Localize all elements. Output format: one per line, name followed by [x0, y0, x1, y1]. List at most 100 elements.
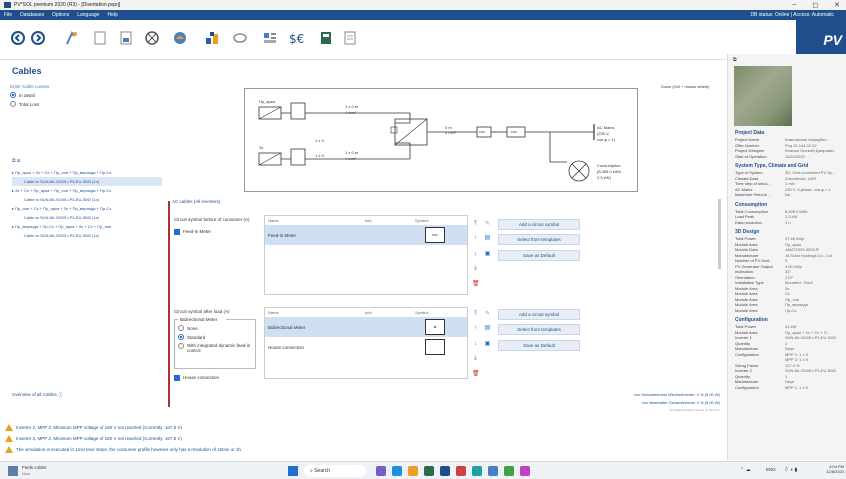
- move-down-icon[interactable]: ↓: [472, 341, 479, 348]
- move-down-icon[interactable]: ↓: [472, 251, 479, 258]
- minimize-button[interactable]: –: [792, 1, 796, 9]
- app-icon[interactable]: [488, 466, 498, 476]
- move-top-icon[interactable]: ⤒: [472, 311, 479, 318]
- save-icon[interactable]: ▣: [484, 251, 491, 258]
- left-panel: Enter Cable Losses In detail Total Loss: [10, 84, 156, 409]
- select-templates-button[interactable]: Select from templates: [498, 324, 580, 335]
- delete-icon[interactable]: 🗑: [472, 371, 480, 378]
- warning-3[interactable]: The simulation is executed in 1min time …: [16, 447, 242, 452]
- db-status[interactable]: DB status: Online | Access: Automatic: [750, 12, 834, 18]
- templates-icon[interactable]: ▤: [484, 325, 491, 332]
- start-icon[interactable]: [288, 466, 298, 476]
- weather-text[interactable]: Feels colder: [22, 465, 47, 470]
- pvsol-taskbar-icon[interactable]: [440, 466, 450, 476]
- 3d-icon[interactable]: [172, 30, 188, 46]
- radio-none[interactable]: None: [178, 325, 252, 331]
- radio-dot[interactable]: [178, 343, 184, 349]
- tree-item[interactable]: ▸ Пр_лоп + Сх + Пр_арка + Зх + Пр_веранд…: [12, 204, 162, 213]
- edit-icon[interactable]: ✎: [484, 221, 491, 228]
- feed-in-meter-checkbox[interactable]: Feed-in Meter: [174, 229, 211, 235]
- task-view-icon[interactable]: [376, 466, 386, 476]
- tree-item[interactable]: ▸ Пр_арка + Зх + Сх + Пр_лоп + Пр_веранд…: [12, 168, 162, 177]
- move-bottom-icon[interactable]: ⤓: [472, 355, 479, 362]
- add-circuit-symbol-button[interactable]: Add a circuit symbol: [498, 219, 580, 230]
- forward-icon[interactable]: [30, 30, 46, 46]
- menu-help[interactable]: Help: [107, 12, 117, 18]
- menu-options[interactable]: Options: [52, 12, 69, 18]
- radio-dynamic[interactable]: With integrated dynamic feed-in control: [178, 343, 252, 353]
- save-default-button[interactable]: Save as Default: [498, 250, 580, 261]
- move-up-icon[interactable]: ↑: [472, 325, 479, 332]
- radio-dot[interactable]: [10, 92, 16, 98]
- checkbox-checked[interactable]: [174, 229, 180, 235]
- radio-in-detail[interactable]: In detail: [10, 92, 156, 98]
- tree-item[interactable]: Cable to SUN-6K-SG05 LP3-EU-SM2 (1x): [12, 213, 162, 222]
- move-up-icon[interactable]: ↑: [472, 235, 479, 242]
- search-box[interactable]: ⌕ Search: [304, 465, 366, 477]
- app-icon[interactable]: [504, 466, 514, 476]
- app-icon[interactable]: [456, 466, 466, 476]
- save-icon[interactable]: ▣: [484, 341, 491, 348]
- radio-dot[interactable]: [178, 325, 184, 331]
- document-icon[interactable]: [92, 30, 108, 46]
- warning-1[interactable]: Inverter 2, MPP 2: Minimum MPP voltage o…: [16, 425, 182, 430]
- select-templates-button[interactable]: Select from templates: [498, 234, 580, 245]
- page-icon[interactable]: [118, 30, 134, 46]
- network-volume-icons[interactable]: ⌔ ◖ ▮: [784, 467, 797, 473]
- move-top-icon[interactable]: ⤒: [472, 221, 479, 228]
- templates-icon[interactable]: ▤: [484, 235, 491, 242]
- app-icon[interactable]: [424, 466, 434, 476]
- table-row[interactable]: Feed-in Meter kWh: [265, 225, 467, 245]
- tree-item[interactable]: Cable to SUN-6K-SG05 LP3-EU-SM2 (1x): [12, 177, 162, 186]
- radio-dot[interactable]: [10, 101, 16, 107]
- location-icon[interactable]: [64, 30, 80, 46]
- battery-icon[interactable]: [318, 30, 334, 46]
- warning-2[interactable]: Inverter 3, MPP 2: Minimum MPP voltage o…: [16, 436, 182, 441]
- move-bottom-icon[interactable]: ⤓: [472, 265, 479, 272]
- scrollbar[interactable]: [718, 199, 721, 269]
- close-button[interactable]: ✕: [834, 1, 840, 9]
- tree-item[interactable]: Cable to SUN-6K-SG05 LP3-EU-SM2 (1x): [12, 231, 162, 240]
- app-icon[interactable]: [520, 466, 530, 476]
- menu-language[interactable]: Language: [77, 12, 99, 18]
- overview-all-cables[interactable]: Overview of all Cables ⓘ: [12, 392, 63, 398]
- summary-key: Module Area: [735, 302, 758, 307]
- financial-icon[interactable]: $€: [288, 30, 310, 46]
- save-default-button[interactable]: Save as Default: [498, 340, 580, 351]
- browser-icon[interactable]: [392, 466, 402, 476]
- edit-icon[interactable]: ✎: [484, 311, 491, 318]
- inverter-icon[interactable]: [204, 30, 220, 46]
- cable-icon[interactable]: [232, 30, 248, 46]
- add-circuit-symbol-button[interactable]: Add a circuit symbol: [498, 309, 580, 320]
- radio-standard[interactable]: Standard: [178, 334, 252, 340]
- info-icon[interactable]: ⓘ: [58, 392, 63, 397]
- delete-icon[interactable]: 🗑: [472, 281, 480, 288]
- back-icon[interactable]: [10, 30, 26, 46]
- explorer-icon[interactable]: [408, 466, 418, 476]
- tray-icons[interactable]: ⌃ ☁: [740, 467, 751, 473]
- tree-toolbar-icons[interactable]: ⧉ ⧈: [12, 158, 20, 164]
- collapse-icon[interactable]: ⧉: [733, 57, 737, 63]
- menu-file[interactable]: File: [4, 12, 12, 18]
- tree-item[interactable]: ▸ Пр_веранда + Пр-Сх + Пр_арка + Зх + Сх…: [12, 222, 162, 231]
- site-map-thumbnail[interactable]: [734, 66, 792, 126]
- app-icon[interactable]: [472, 466, 482, 476]
- table-row[interactable]: House connection: [265, 337, 467, 357]
- circuit-diagram[interactable]: Пр_арка Зх 1 x 0 m 4 mm² 1 x 0 m 4 mm² 1…: [244, 88, 638, 192]
- language-indicator[interactable]: ENG: [766, 467, 776, 472]
- table-row[interactable]: Bidirectional Meter ⇄: [265, 317, 467, 337]
- menu-databases[interactable]: Databases: [20, 12, 44, 18]
- tree-item[interactable]: ▸ Зх + Сх + Пр_арка + Пр_лоп + Пр_веранд…: [12, 186, 162, 195]
- checkbox-checked[interactable]: [174, 375, 180, 381]
- radio-dot[interactable]: [178, 334, 184, 340]
- tree-item[interactable]: Cable to SUN-6K-SG05 LP3-EU-SM2 (1x): [12, 195, 162, 204]
- maximize-button[interactable]: ◻: [812, 1, 818, 9]
- radio-total-loss[interactable]: Total Loss: [10, 101, 156, 107]
- weather-icon[interactable]: [8, 466, 18, 476]
- plan-icon[interactable]: [262, 30, 278, 46]
- report-icon[interactable]: [342, 30, 358, 46]
- summary-value: 9: [785, 258, 788, 263]
- module-icon[interactable]: [144, 30, 160, 46]
- clock[interactable]: 4:04 PM 12/8/2023: [826, 464, 844, 474]
- house-connection-checkbox[interactable]: House connection: [174, 375, 219, 381]
